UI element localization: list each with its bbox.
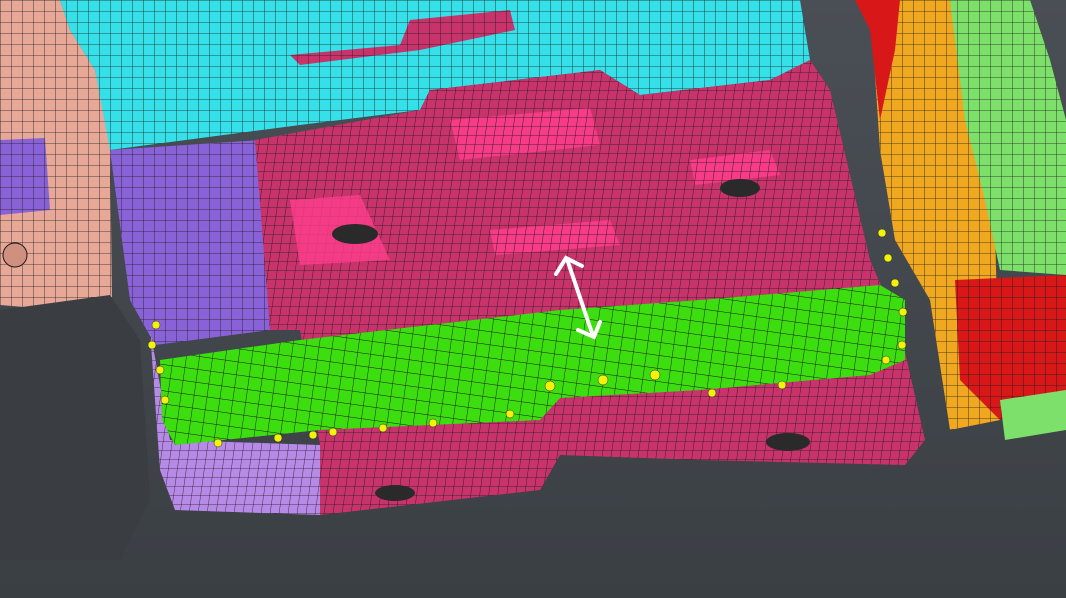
pink-floor-panel[interactable]	[255, 60, 925, 515]
fe-mesh-viewport[interactable]	[0, 0, 1066, 598]
shadow-region	[0, 295, 150, 560]
mesh-scene[interactable]	[0, 0, 1066, 598]
hole	[720, 179, 760, 197]
hole	[332, 224, 378, 244]
hole	[375, 485, 415, 501]
hole	[766, 433, 810, 451]
